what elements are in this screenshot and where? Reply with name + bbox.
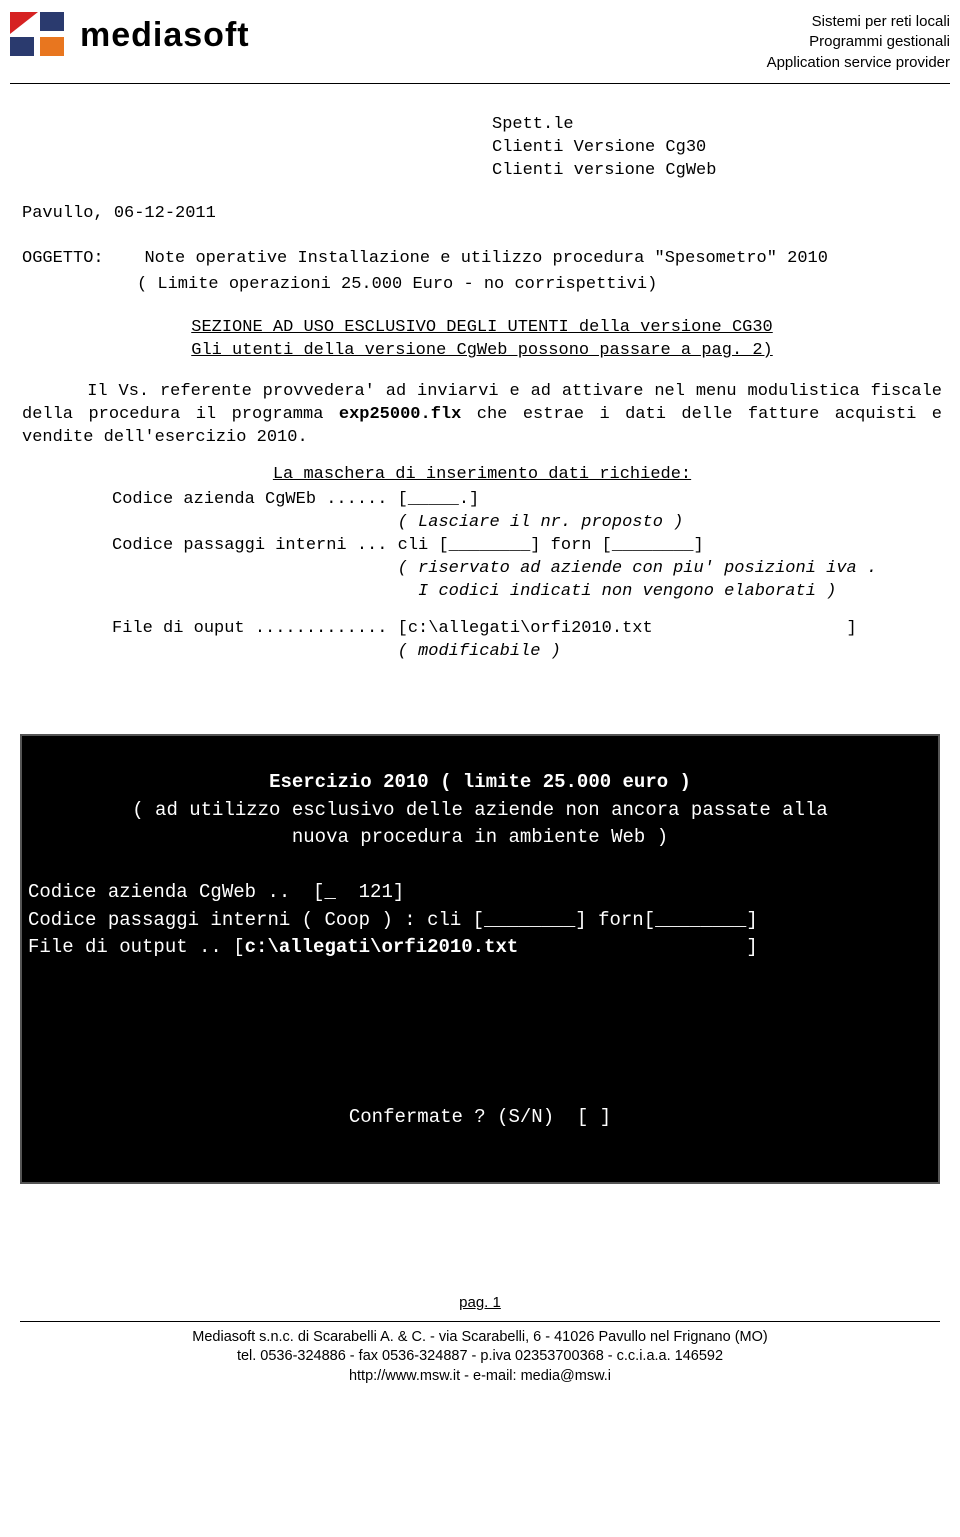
terminal-line: File di output .. [c:\allegati\orfi2010.…: [28, 936, 758, 958]
form-line-note: ( riservato ad aziende con piu' posizion…: [112, 558, 942, 581]
document-page: mediasoft Sistemi per reti locali Progra…: [0, 0, 960, 1537]
form-line: File di ouput ............. [c:\allegati…: [112, 618, 942, 641]
letterhead-meta: Sistemi per reti locali Programmi gestio…: [767, 12, 950, 73]
subject-text-1: Note operative Installazione e utilizzo …: [144, 249, 828, 268]
page-number: pag. 1: [10, 1294, 950, 1311]
subject-row: OGGETTO: Note operative Installazione e …: [22, 248, 942, 271]
form-line-note: ( Lasciare il nr. proposto ): [112, 512, 942, 535]
form-line-note: ( modificabile ): [112, 641, 942, 664]
subject-label: OGGETTO:: [22, 249, 104, 268]
form-block: Codice azienda CgWEb ...... [_____.] ( L…: [112, 489, 942, 664]
recipient-line: Spett.le: [492, 114, 942, 137]
recipient-line: Clienti Versione Cg30: [492, 137, 942, 160]
terminal-line: Codice passaggi interni ( Coop ) : cli […: [28, 909, 758, 931]
divider: [20, 1321, 940, 1322]
meta-line: Programmi gestionali: [767, 32, 950, 52]
divider: [10, 83, 950, 84]
footer-line: http://www.msw.it - e-mail: media@msw.i: [10, 1367, 950, 1387]
subject-text-2: ( Limite operazioni 25.000 Euro - no cor…: [137, 274, 942, 297]
date-location: Pavullo, 06-12-2011: [22, 203, 942, 226]
form-line-note: I codici indicati non vengono elaborati …: [112, 581, 942, 604]
meta-line: Sistemi per reti locali: [767, 12, 950, 32]
terminal-line: Codice azienda CgWeb .. [_ 121]: [28, 881, 404, 903]
terminal-screenshot: Esercizio 2010 ( limite 25.000 euro )( a…: [20, 734, 940, 1184]
recipient-line: Clienti versione CgWeb: [492, 160, 942, 183]
terminal-line: ( ad utilizzo esclusivo delle aziende no…: [28, 797, 932, 825]
letterhead: mediasoft Sistemi per reti locali Progra…: [10, 12, 950, 79]
footer-line: Mediasoft s.n.c. di Scarabelli A. & C. -…: [10, 1328, 950, 1348]
mediasoft-logo-icon: [10, 12, 68, 58]
meta-line: Application service provider: [767, 53, 950, 73]
recipient-block: Spett.le Clienti Versione Cg30 Clienti v…: [492, 114, 942, 183]
footer-line: tel. 0536-324886 - fax 0536-324887 - p.i…: [10, 1347, 950, 1367]
brand-name: mediasoft: [80, 16, 250, 55]
terminal-title: Esercizio 2010 ( limite 25.000 euro ): [28, 769, 932, 797]
paragraph-1: Il Vs. referente provvedera' ad inviarvi…: [22, 381, 942, 450]
section-note-1: SEZIONE AD USO ESCLUSIVO DEGLI UTENTI de…: [22, 317, 942, 340]
terminal-confirm: Confermate ? (S/N) [ ]: [22, 1104, 938, 1132]
document-body: Spett.le Clienti Versione Cg30 Clienti v…: [10, 114, 950, 664]
footer: Mediasoft s.n.c. di Scarabelli A. & C. -…: [10, 1328, 950, 1397]
form-line: Codice passaggi interni ... cli [_______…: [112, 535, 942, 558]
form-line: Codice azienda CgWEb ...... [_____.]: [112, 489, 942, 512]
terminal-line: nuova procedura in ambiente Web ): [28, 824, 932, 852]
mask-title: La maschera di inserimento dati richiede…: [22, 464, 942, 487]
section-note-2: Gli utenti della versione CgWeb possono …: [22, 340, 942, 363]
brand-block: mediasoft: [10, 12, 250, 58]
